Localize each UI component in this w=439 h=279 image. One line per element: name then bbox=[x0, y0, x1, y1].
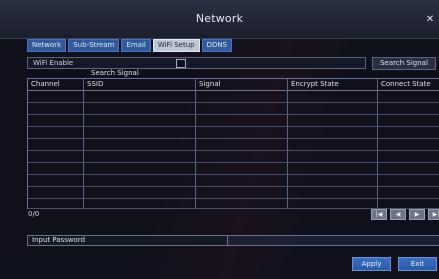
wifi-enable-label: WiFi Enable bbox=[33, 59, 74, 67]
table-row[interactable] bbox=[28, 186, 439, 187]
table-row[interactable] bbox=[28, 138, 439, 139]
network-dialog: Network ✕ Network Sub-Stream Email WiFi … bbox=[0, 0, 439, 279]
col-encrypt-state: Encrypt State bbox=[291, 80, 339, 88]
table-row[interactable] bbox=[28, 198, 439, 199]
dialog-title: Network bbox=[195, 12, 244, 25]
exit-button[interactable]: Exit bbox=[398, 257, 437, 271]
tab-bar: Network Sub-Stream Email WiFi Setup DDNS bbox=[27, 39, 233, 52]
wifi-enable-row: WiFi Enable bbox=[27, 57, 366, 69]
first-page-icon[interactable]: |◀ bbox=[371, 209, 387, 220]
tab-network[interactable]: Network bbox=[27, 39, 67, 52]
close-icon[interactable]: ✕ bbox=[425, 15, 435, 25]
col-divider bbox=[195, 79, 196, 209]
table-row[interactable] bbox=[28, 174, 439, 175]
col-divider bbox=[83, 79, 84, 209]
table-row[interactable] bbox=[28, 114, 439, 115]
col-connect-state: Connect State bbox=[381, 80, 431, 88]
next-page-icon[interactable]: ▶ bbox=[409, 209, 425, 220]
tab-ddns[interactable]: DDNS bbox=[201, 39, 233, 52]
pager-count: 0/0 bbox=[28, 210, 40, 218]
signal-table: Channel SSID Signal Encrypt State Connec… bbox=[27, 78, 439, 209]
search-signal-label: Search Signal bbox=[91, 69, 139, 77]
title-bar: Network ✕ bbox=[0, 0, 439, 39]
table-row[interactable] bbox=[28, 102, 439, 103]
table-row[interactable] bbox=[28, 150, 439, 151]
apply-button[interactable]: Apply bbox=[352, 257, 391, 271]
col-divider bbox=[287, 79, 288, 209]
table-row[interactable] bbox=[28, 126, 439, 127]
col-channel: Channel bbox=[31, 80, 60, 88]
last-page-icon[interactable]: ▶| bbox=[428, 209, 439, 220]
pager: |◀ ◀ ▶ ▶| bbox=[371, 209, 439, 220]
password-row: Input Password bbox=[27, 235, 439, 246]
prev-page-icon[interactable]: ◀ bbox=[390, 209, 406, 220]
col-divider bbox=[377, 79, 378, 209]
tab-email[interactable]: Email bbox=[121, 39, 151, 52]
password-input[interactable] bbox=[227, 236, 439, 245]
password-label: Input Password bbox=[32, 236, 86, 244]
table-row[interactable] bbox=[28, 162, 439, 163]
wifi-enable-checkbox[interactable] bbox=[176, 59, 186, 68]
tab-sub-stream[interactable]: Sub-Stream bbox=[68, 39, 120, 52]
tab-wifi-setup[interactable]: WiFi Setup bbox=[152, 39, 200, 52]
search-signal-button[interactable]: Search Signal bbox=[372, 57, 436, 70]
col-ssid: SSID bbox=[87, 80, 104, 88]
col-signal: Signal bbox=[199, 80, 221, 88]
